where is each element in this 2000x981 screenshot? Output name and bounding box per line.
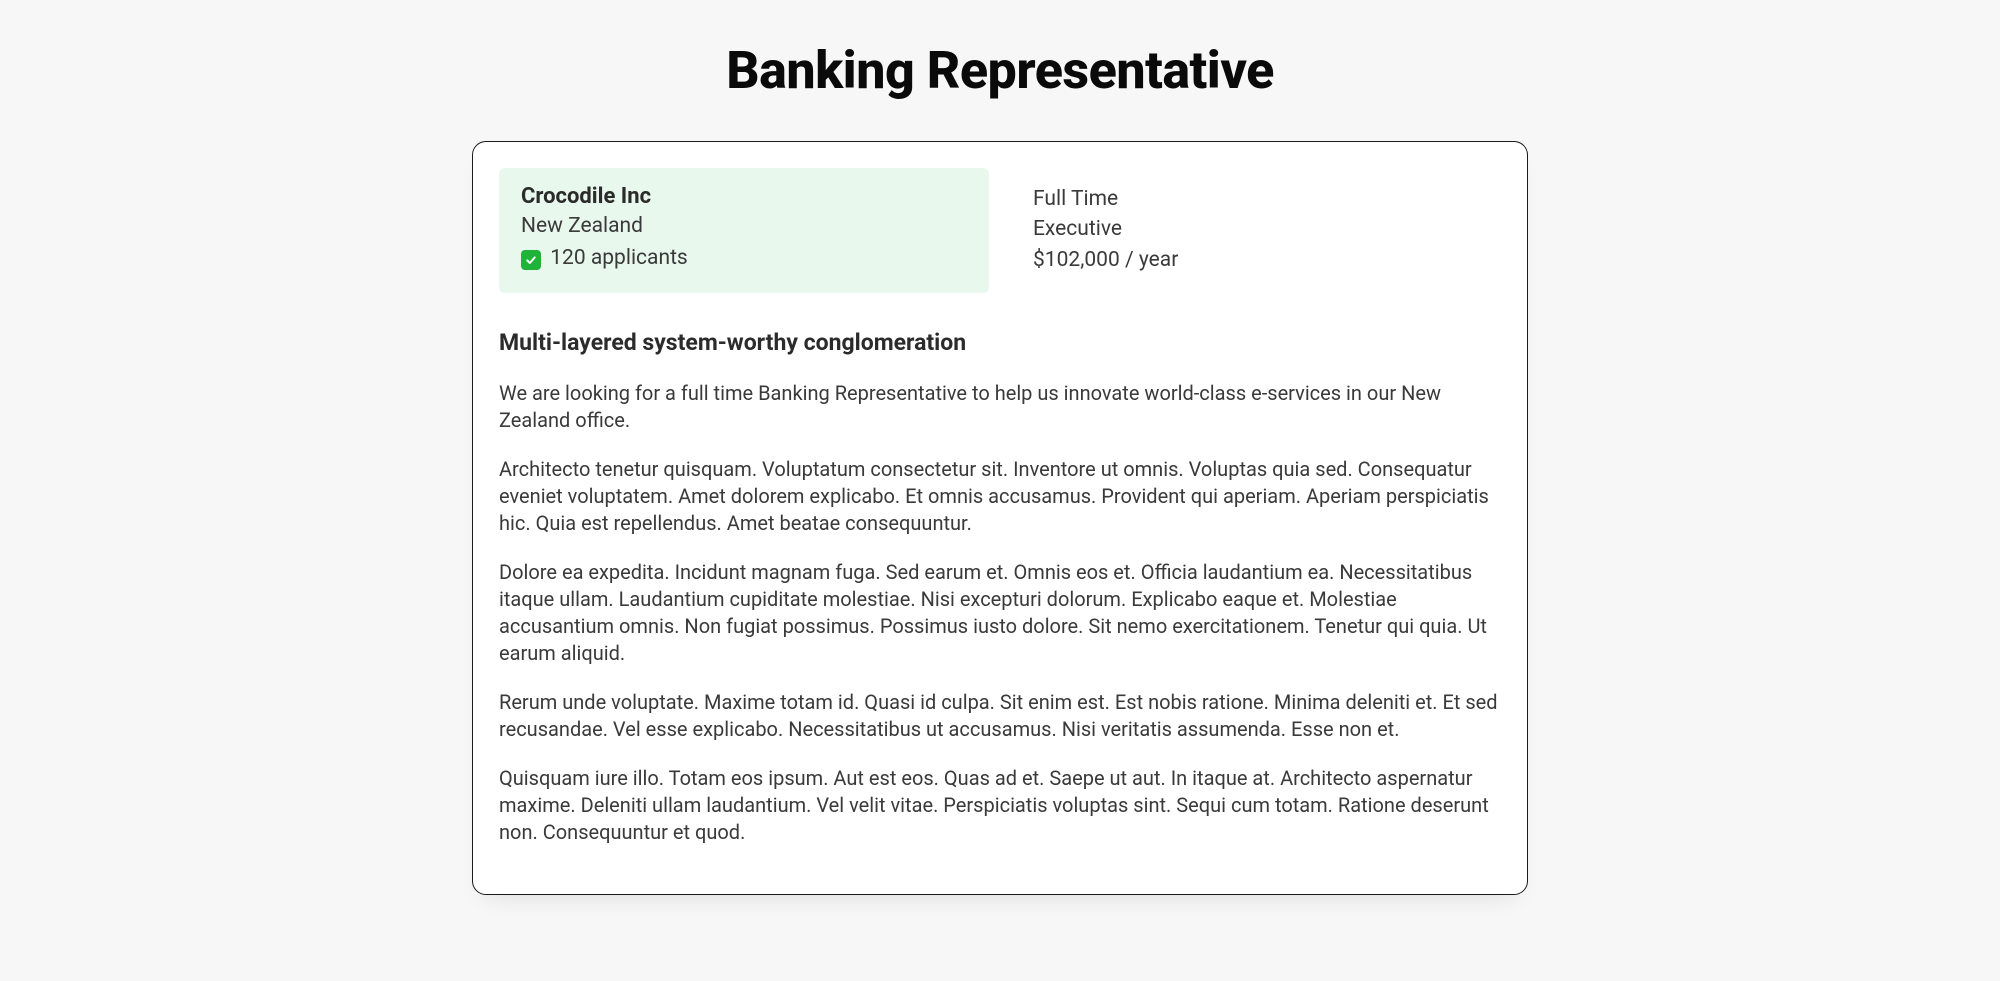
description-paragraph: Architecto tenetur quisquam. Voluptatum … [499,456,1501,537]
meta-grid: Crocodile Inc New Zealand 120 applicants… [499,168,1501,293]
employment-type: Full Time [1033,184,1479,214]
seniority-level: Executive [1033,214,1479,244]
description-body: We are looking for a full time Banking R… [499,380,1501,846]
job-card: Crocodile Inc New Zealand 120 applicants… [472,141,1528,895]
description-paragraph: Rerum unde voluptate. Maxime totam id. Q… [499,689,1501,743]
company-meta-box: Crocodile Inc New Zealand 120 applicants [499,168,989,293]
description-heading: Multi-layered system-worthy conglomerati… [499,329,1501,356]
description-paragraph: Quisquam iure illo. Totam eos ipsum. Aut… [499,765,1501,846]
company-location: New Zealand [521,211,967,241]
check-icon [521,250,541,270]
role-meta-box: Full Time Executive $102,000 / year [1011,168,1501,293]
company-name: Crocodile Inc [521,184,967,209]
salary: $102,000 / year [1033,245,1479,275]
page-title: Banking Representative [0,40,2000,101]
description-paragraph: We are looking for a full time Banking R… [499,380,1501,434]
applicants-line: 120 applicants [521,243,967,273]
description-paragraph: Dolore ea expedita. Incidunt magnam fuga… [499,559,1501,667]
applicants-text: 120 applicants [550,246,688,270]
